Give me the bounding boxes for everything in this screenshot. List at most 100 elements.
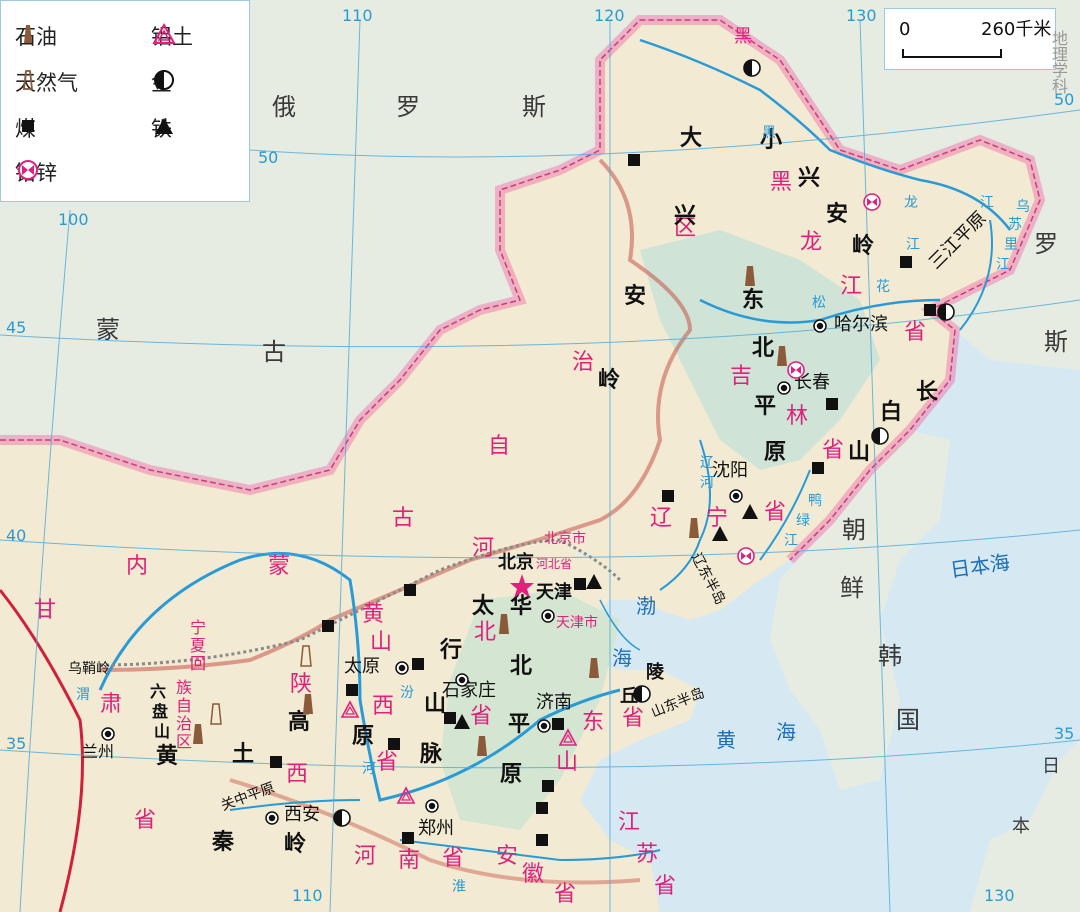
province-henan-3: 省	[442, 846, 465, 871]
city-shijiazhuang: 石家庄	[442, 680, 496, 701]
river-yalu-2: 绿	[796, 513, 810, 529]
province-tianjin: 天津市	[556, 615, 598, 631]
grid-lon-120: 120	[594, 6, 625, 25]
terrain-daxinganling-3: 安	[624, 284, 647, 309]
country-south-korea-2: 国	[896, 706, 922, 734]
country-mongolia-1: 蒙	[96, 316, 122, 344]
terrain-dongbei-4: 原	[764, 440, 787, 465]
legend-item-gold: 金	[151, 67, 174, 97]
river-huang-upper: 黄	[362, 602, 385, 627]
province-shandong-2: 东	[582, 710, 605, 735]
river-wusuli-4: 江	[996, 257, 1010, 273]
city-changchun: 长春	[794, 372, 830, 393]
grid-lon-110: 110	[342, 6, 373, 25]
grid-lon-100: 100	[58, 210, 89, 229]
country-north-korea-2: 鲜	[840, 574, 866, 602]
terrain-daxinganling-2: 兴	[674, 204, 697, 229]
terrain-huangtu-4: 原	[352, 724, 375, 749]
province-anhui-2: 徽	[522, 862, 545, 887]
province-hebei-3: 省	[470, 704, 493, 729]
province-jiangsu-1: 江	[618, 810, 641, 835]
terrain-liupan-2: 盘	[152, 702, 169, 721]
city-beijing: 北京	[498, 552, 534, 573]
river-wei: 渭	[76, 687, 90, 703]
terrain-daxinganling-1: 大	[680, 126, 703, 151]
legend-item-oil: 石油	[15, 21, 57, 51]
terrain-wuqiaoling: 乌鞘岭	[68, 661, 110, 677]
terrain-huabei-2: 北	[510, 654, 533, 679]
country-russia-2: 罗	[396, 93, 422, 121]
river-yalu-1: 鸭	[808, 493, 822, 509]
grid-lon-110-bottom: 110	[292, 886, 323, 905]
province-ningxia-4: 族	[176, 678, 193, 697]
river-heilong-1: 黑	[762, 125, 776, 141]
province-shandong-1: 山	[556, 750, 579, 775]
terrain-huangtu-3: 高	[288, 710, 311, 735]
river-heilong-2: 龙	[904, 195, 918, 211]
river-huai: 淮	[452, 879, 466, 895]
province-shandong-3: 省	[622, 706, 645, 731]
terrain-liupan-1: 六	[150, 682, 167, 701]
scale-bar: 0 260千米	[884, 8, 1056, 70]
province-hebei-1: 河	[472, 536, 495, 561]
legend-item-leadzinc: 铅锌	[15, 157, 57, 187]
province-heilongjiang-3: 江	[840, 274, 863, 299]
province-liaoning-1: 辽	[650, 506, 673, 531]
terrain-qinling-1: 秦	[212, 830, 235, 855]
grid-lat-50: 50	[258, 148, 279, 167]
province-shanxi-3: 省	[376, 750, 399, 775]
terrain-changbai-2: 白	[880, 400, 903, 425]
province-gansu-2: 肃	[100, 692, 123, 717]
terrain-taihang-1: 太	[472, 594, 495, 619]
sea-yellow-2: 海	[776, 720, 796, 744]
province-shanxi-1: 山	[370, 630, 393, 655]
terrain-huabei-4: 原	[500, 762, 523, 787]
scale-line	[902, 49, 1002, 58]
coal-icon	[22, 120, 34, 132]
country-north-korea-1: 朝	[842, 516, 868, 544]
province-shanxi-2: 西	[372, 694, 395, 719]
terrain-changbai-1: 长	[916, 380, 939, 405]
province-gansu-1: 甘	[34, 598, 57, 623]
gas-icon	[22, 70, 34, 90]
province-inner-mongolia-2: 蒙	[268, 554, 291, 579]
leadzinc-icon	[18, 160, 38, 180]
city-zhengzhou: 郑州	[418, 818, 454, 839]
province-ningxia-7: 区	[176, 732, 193, 751]
province-jiangsu-3: 省	[654, 874, 677, 899]
terrain-xiaoxinganling-3: 安	[826, 202, 849, 227]
terrain-liupan-3: 山	[154, 722, 171, 741]
city-tianjin: 天津	[536, 582, 572, 603]
province-heilongjiang-2: 龙	[800, 230, 823, 255]
terrain-qinling-2: 岭	[284, 832, 307, 857]
terrain-dongbei-2: 北	[752, 336, 775, 361]
country-japan-1: 日	[1042, 756, 1062, 777]
terrain-changbai-3: 山	[848, 440, 871, 465]
legend-item-iron: 铁	[151, 113, 173, 143]
province-inner-mongolia-5: 治	[572, 350, 595, 375]
terrain-xiaoxinganling-2: 兴	[798, 166, 821, 191]
terrain-taihang-2: 行	[440, 638, 463, 663]
province-ningxia-1: 宁	[190, 618, 207, 637]
grid-lat-35: 35	[6, 734, 27, 753]
city-jinan: 济南	[536, 692, 572, 713]
province-henan-2: 南	[398, 848, 421, 873]
terrain-huangtu-2: 土	[232, 742, 255, 767]
city-taiyuan: 太原	[344, 656, 380, 677]
bauxite-icon	[152, 22, 176, 44]
province-jiangsu-2: 苏	[636, 842, 659, 867]
river-yalu-3: 江	[784, 533, 798, 549]
country-russia-1: 俄	[272, 93, 298, 121]
grid-lat-40: 40	[6, 526, 27, 545]
province-anhui-1: 安	[496, 844, 519, 869]
city-harbin: 哈尔滨	[834, 314, 888, 335]
province-ningxia-3: 回	[190, 654, 207, 673]
terrain-dongbei-3: 平	[754, 394, 777, 419]
province-ningxia-2: 夏	[190, 636, 207, 655]
province-shaanxi-2: 西	[286, 762, 309, 787]
legend: 石油 铝土 天然气 金 煤 铁 铅锌	[0, 0, 250, 202]
terrain-huabei-3: 平	[508, 712, 531, 737]
watermark: 地理学科	[1049, 30, 1068, 94]
province-inner-mongolia-4: 自	[488, 434, 511, 459]
city-xian: 西安	[284, 804, 320, 825]
